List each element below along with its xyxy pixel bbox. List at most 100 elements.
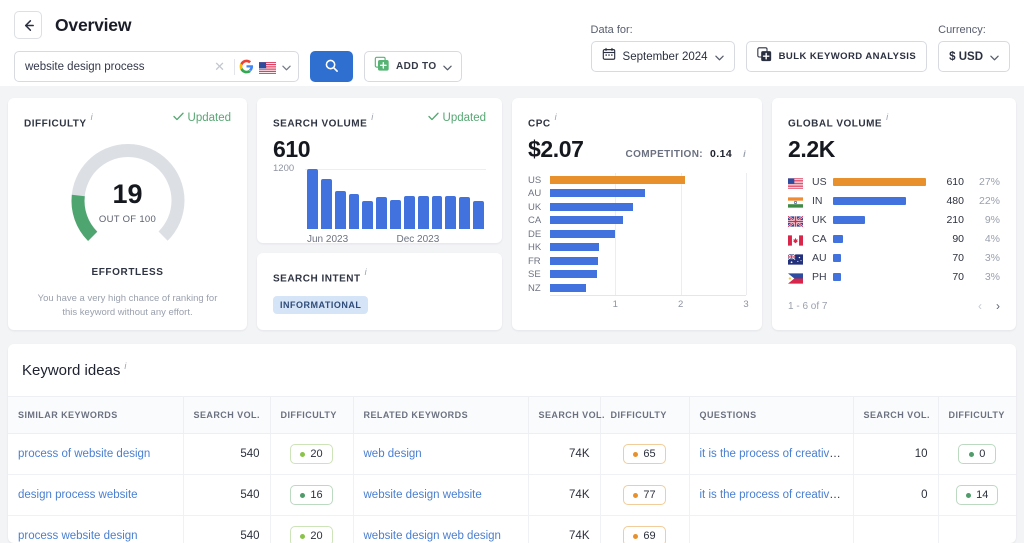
info-icon[interactable]: i — [555, 112, 557, 122]
cpc-country-label: HK — [528, 242, 542, 254]
cell-related-keyword: website design website — [353, 474, 529, 516]
uk-flag-icon — [787, 214, 804, 228]
global-volume-percent-cell: 22% — [978, 194, 1000, 207]
chevron-down-icon[interactable] — [442, 58, 452, 76]
column-header-related-search-vol[interactable]: SEARCH VOL. — [528, 396, 605, 434]
google-icon[interactable] — [239, 59, 254, 74]
back-button[interactable] — [14, 11, 42, 39]
column-header-similar-keywords[interactable]: SIMILAR KEYWORDS — [8, 396, 184, 434]
competition-value: 0.14 — [710, 148, 733, 161]
column-header-questions-difficulty[interactable]: DIFFICULTY — [938, 396, 1016, 434]
data-for-select[interactable]: September 2024 — [590, 41, 735, 72]
cpc-title: CPC — [528, 118, 551, 130]
search-input[interactable] — [25, 60, 210, 73]
column-header-questions-search-vol[interactable]: SEARCH VOL. — [853, 396, 939, 434]
difficulty-rating: EFFORTLESS — [91, 267, 164, 279]
ph-flag-icon — [788, 271, 803, 284]
keyword-link[interactable]: web design — [364, 448, 422, 460]
cell-question: it is the process of creativel... — [689, 433, 854, 475]
global-volume-bar-track — [833, 272, 926, 281]
global-volume-bar — [833, 234, 844, 243]
cpc-row: NZ — [528, 281, 747, 295]
difficulty-badge: 14 — [956, 485, 999, 505]
overview-page: Overview ✕ — [0, 0, 1024, 543]
column-header-related-keywords[interactable]: RELATED KEYWORDS — [353, 396, 529, 434]
chevron-down-icon[interactable] — [282, 58, 291, 76]
competition-row: COMPETITION: 0.14 i — [625, 148, 746, 160]
chevron-left-icon[interactable]: ‹ — [978, 300, 982, 312]
keyword-link[interactable]: website design web design — [364, 530, 501, 542]
bulk-analysis-icon — [756, 46, 772, 67]
global-volume-percent-cell: 9% — [984, 213, 1000, 226]
keyword-link[interactable]: process website design — [18, 530, 138, 542]
chevron-right-icon[interactable]: › — [996, 300, 1000, 312]
search-intent-badge: INFORMATIONAL — [273, 296, 369, 315]
keyword-link[interactable]: design process website — [18, 489, 138, 501]
cpc-chart: US AU UK CA DE HK FR SE NZ 1 2 3 — [528, 173, 749, 311]
global-volume-bar — [833, 253, 842, 262]
global-volume-bar-track — [833, 196, 926, 205]
status-dot-icon — [300, 451, 306, 457]
status-dot-icon — [966, 492, 972, 498]
difficulty-card-header: DIFFICULTY i Updated — [24, 112, 231, 131]
cell-related-difficulty: 65 — [600, 433, 690, 475]
info-icon[interactable]: i — [124, 361, 126, 371]
question-link[interactable]: it is the process of creativel... — [700, 448, 848, 460]
check-icon — [172, 112, 184, 124]
info-icon[interactable]: i — [371, 112, 373, 122]
cell-related-search-vol: 74K — [528, 515, 601, 543]
cell-related-keyword: website design web design — [353, 515, 529, 543]
info-icon[interactable]: i — [886, 112, 888, 122]
currency-select[interactable]: $ USD — [938, 41, 1010, 72]
global-volume-row: UK 210 9% — [787, 210, 1000, 229]
search-box[interactable]: ✕ — [14, 51, 299, 82]
cpc-bar — [550, 283, 586, 292]
bulk-keyword-analysis-button[interactable]: BULK KEYWORD ANALYSIS — [745, 41, 928, 72]
keyword-link[interactable]: website design website — [364, 489, 482, 501]
cpc-bar — [550, 243, 599, 252]
competition-label: COMPETITION: — [625, 149, 704, 161]
info-icon[interactable]: i — [91, 112, 93, 122]
info-icon[interactable]: i — [743, 149, 746, 159]
global-volume-row: IN 480 22% — [788, 191, 1000, 210]
cpc-gridline — [746, 254, 747, 268]
info-icon[interactable]: i — [365, 267, 367, 277]
cpc-bar-track — [550, 240, 747, 255]
chevron-down-icon[interactable] — [714, 48, 724, 66]
difficulty-gauge: 19 OUT OF 100 — [24, 137, 231, 265]
cpc-bar — [550, 270, 598, 279]
cpc-bar-track — [550, 281, 747, 295]
us-flag-icon — [788, 176, 803, 189]
global-volume-footer: 1 - 6 of 7 ‹ › — [788, 300, 1000, 312]
global-volume-bar-track — [833, 177, 926, 186]
us-flag-icon[interactable] — [259, 61, 276, 74]
column-header-similar-difficulty[interactable]: DIFFICULTY — [270, 396, 354, 434]
difficulty-card: DIFFICULTYi Updated 19 OUT OF 100 EFFORT… — [8, 98, 247, 330]
clear-icon[interactable]: ✕ — [209, 60, 230, 73]
data-for-group: Data for: September 2024 — [590, 24, 735, 72]
cell-similar-keyword: design process website — [8, 474, 184, 516]
cpc-bar — [550, 202, 633, 211]
chevron-down-icon[interactable] — [990, 48, 999, 66]
keyword-link[interactable]: process of website design — [18, 448, 150, 460]
cpc-gridline — [746, 213, 747, 228]
column-header-similar-search-vol[interactable]: SEARCH VOL. — [183, 396, 271, 434]
search-button[interactable] — [310, 51, 353, 82]
global-volume-value-cell: 70 — [952, 251, 964, 264]
cpc-row: AU — [528, 186, 747, 201]
column-header-questions[interactable]: QUESTIONS — [689, 396, 854, 434]
cpc-gridline — [746, 281, 747, 295]
table-body: process of website design 540 20 web design… — [8, 433, 1016, 543]
search-volume-bar — [473, 201, 484, 230]
cell-similar-search-vol: 540 — [183, 515, 271, 543]
search-volume-bar — [307, 169, 318, 230]
add-to-button[interactable]: ADD TO — [364, 51, 462, 82]
cpc-bar-track — [550, 186, 747, 201]
search-volume-bar — [403, 196, 415, 230]
status-dot-icon — [969, 451, 975, 457]
cpc-gridline — [680, 186, 682, 201]
question-link[interactable]: it is the process of creativel... — [700, 489, 848, 501]
column-header-related-difficulty[interactable]: DIFFICULTY — [600, 396, 690, 434]
cpc-gridline — [746, 267, 747, 282]
cell-question-search-vol: 10 — [853, 433, 939, 475]
